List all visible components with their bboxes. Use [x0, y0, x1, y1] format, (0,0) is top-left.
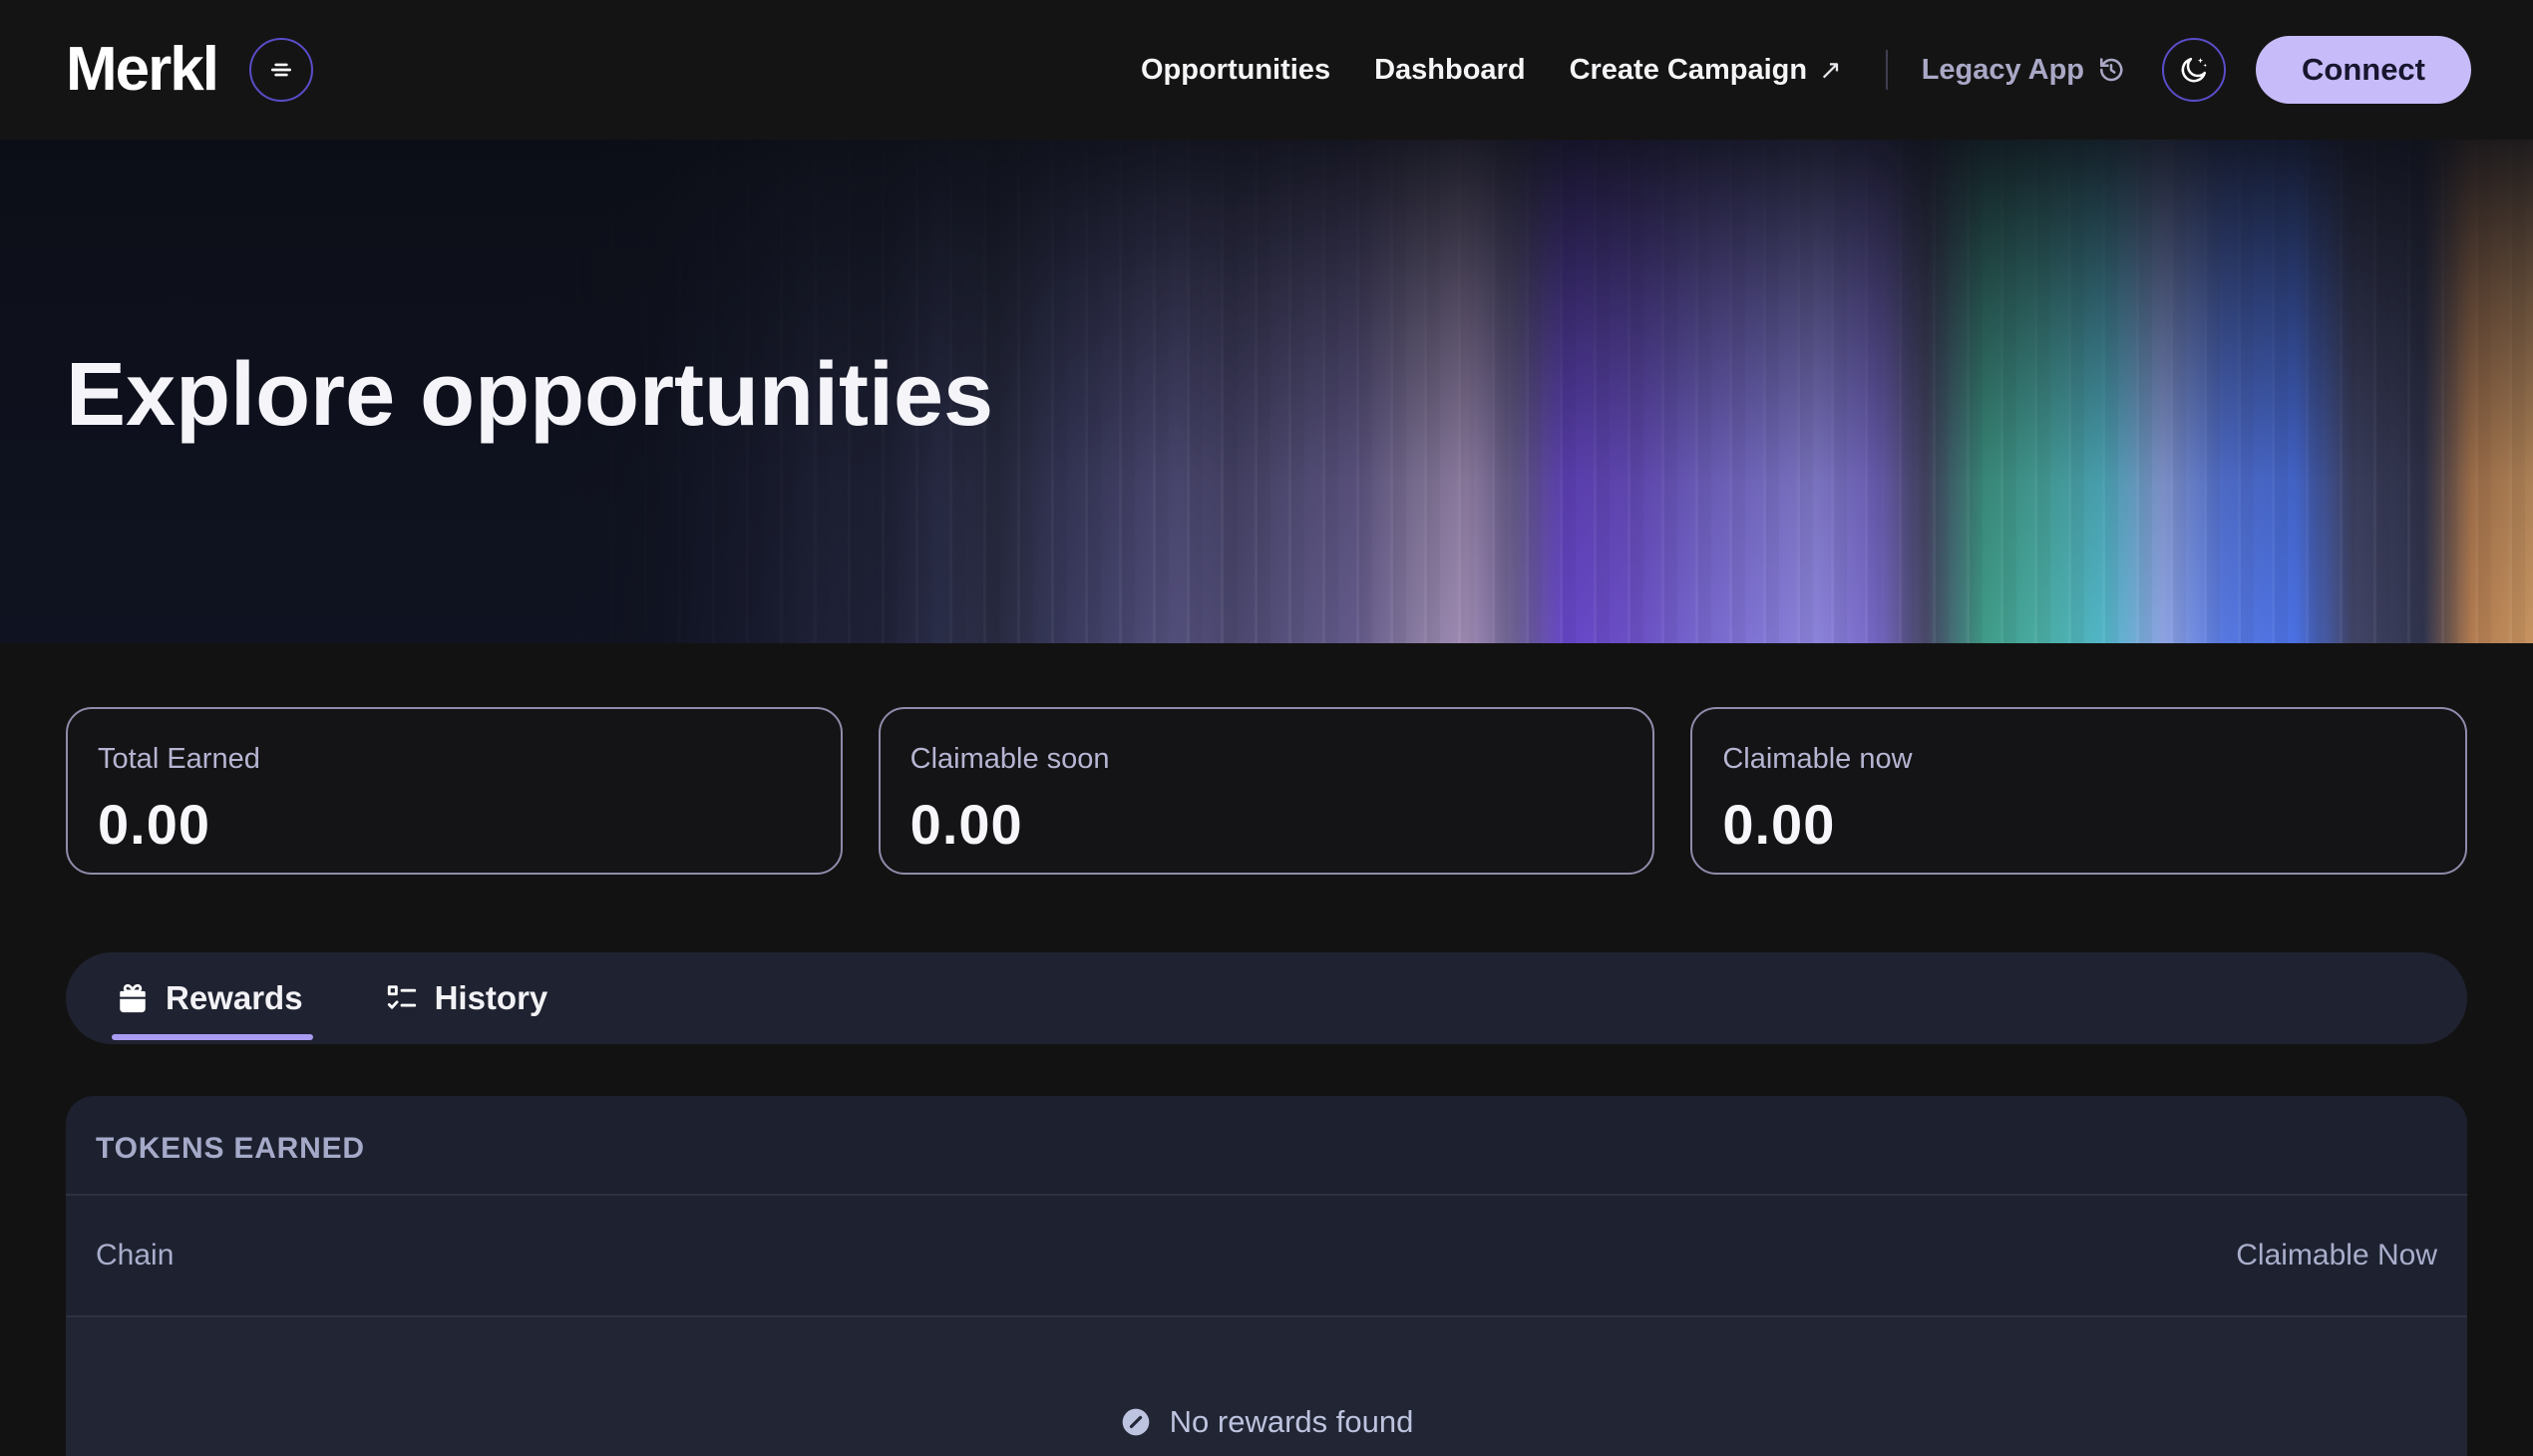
nav-divider	[1886, 50, 1888, 90]
merkl-logo[interactable]: Merkl	[66, 39, 217, 101]
external-link-icon: ↗	[1819, 55, 1842, 86]
stat-value: 0.00	[1722, 792, 2435, 857]
nav-links: Opportunities Dashboard Create Campaign …	[1141, 36, 2471, 104]
stat-label: Total Earned	[98, 743, 811, 776]
column-header-claimable-now: Claimable Now	[2236, 1239, 2437, 1273]
nav-link-opportunities[interactable]: Opportunities	[1141, 54, 1330, 87]
tab-rewards[interactable]: Rewards	[116, 952, 303, 1044]
tab-label: Rewards	[166, 979, 303, 1017]
stat-card-total-earned: Total Earned 0.00	[66, 707, 843, 875]
stat-label: Claimable now	[1722, 743, 2435, 776]
stats-row: Total Earned 0.00 Claimable soon 0.00 Cl…	[66, 707, 2467, 875]
nav-link-dashboard[interactable]: Dashboard	[1374, 54, 1525, 87]
nav-link-create-campaign[interactable]: Create Campaign ↗	[1570, 54, 1842, 87]
stat-label: Claimable soon	[910, 743, 1624, 776]
hero-banner: Explore opportunities	[0, 140, 2533, 643]
slash-circle-icon	[1120, 1406, 1152, 1438]
table-body: No rewards found	[66, 1317, 2467, 1456]
rewards-table-panel: TOKENS EARNED Chain Claimable Now No rew…	[66, 1096, 2467, 1456]
connect-button[interactable]: Connect	[2256, 36, 2471, 104]
column-header-chain: Chain	[96, 1239, 174, 1273]
stat-value: 0.00	[98, 792, 811, 857]
tab-bar: Rewards History	[66, 952, 2467, 1044]
active-tab-underline	[112, 1034, 313, 1040]
moon-stars-icon	[2177, 53, 2211, 87]
menu-button[interactable]	[249, 38, 313, 102]
top-nav: Merkl Opportunities Dashboard Create Cam…	[0, 0, 2533, 140]
legacy-app-link[interactable]: Legacy App	[1922, 54, 2126, 87]
gift-icon	[116, 981, 150, 1015]
stat-card-claimable-soon: Claimable soon 0.00	[879, 707, 1655, 875]
history-clock-icon	[2096, 55, 2126, 85]
table-section-title: TOKENS EARNED	[66, 1096, 2467, 1194]
stat-card-claimable-now: Claimable now 0.00	[1690, 707, 2467, 875]
tab-history[interactable]: History	[385, 952, 548, 1044]
tab-label: History	[435, 979, 548, 1017]
filter-lines-icon	[265, 54, 297, 86]
checklist-icon	[385, 981, 419, 1015]
empty-state-message: No rewards found	[1170, 1404, 1414, 1440]
stat-value: 0.00	[910, 792, 1624, 857]
table-header-row: Chain Claimable Now	[66, 1194, 2467, 1317]
theme-toggle-button[interactable]	[2162, 38, 2226, 102]
page-title: Explore opportunities	[66, 344, 993, 447]
